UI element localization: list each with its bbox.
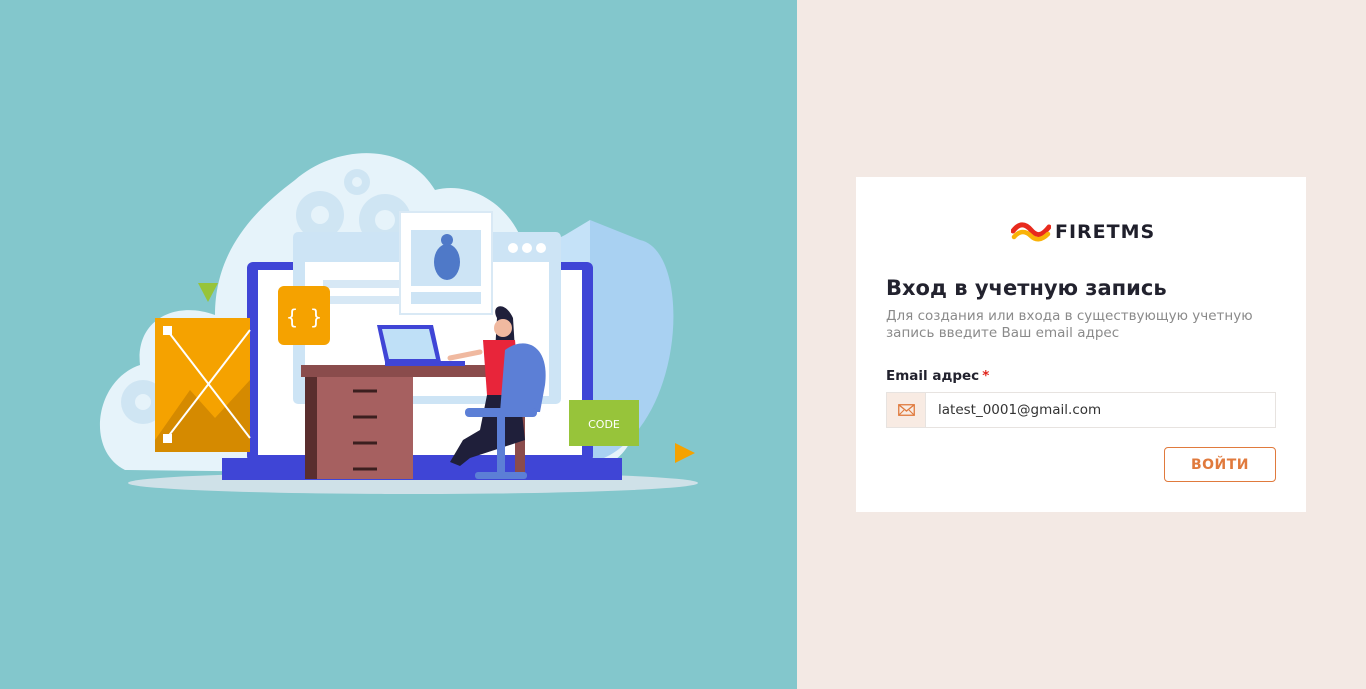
code-badge-text: CODE (588, 418, 620, 431)
login-button[interactable]: ВОЙТИ (1164, 447, 1276, 482)
illustration-panel: { } CODE (0, 0, 797, 689)
email-field-label: Email адрес * (886, 368, 989, 384)
page-subtitle: Для создания или входа в существующую уч… (886, 308, 1253, 341)
required-mark: * (982, 368, 990, 384)
login-card: FIRETMS Вход в учетную запись Для создан… (856, 177, 1306, 512)
page-title: Вход в учетную запись (886, 276, 1167, 300)
braces-badge-text: { } (286, 305, 322, 329)
flame-logo-icon (1011, 222, 1051, 242)
email-input-group (886, 392, 1276, 428)
developer-illustration: { } CODE (99, 153, 698, 494)
email-input[interactable] (926, 393, 1275, 427)
brand-logo: FIRETMS (1011, 218, 1155, 246)
email-addon (887, 393, 926, 427)
email-label-text: Email адрес (886, 368, 980, 384)
brand-name: FIRETMS (1055, 221, 1156, 243)
envelope-icon (897, 404, 915, 416)
